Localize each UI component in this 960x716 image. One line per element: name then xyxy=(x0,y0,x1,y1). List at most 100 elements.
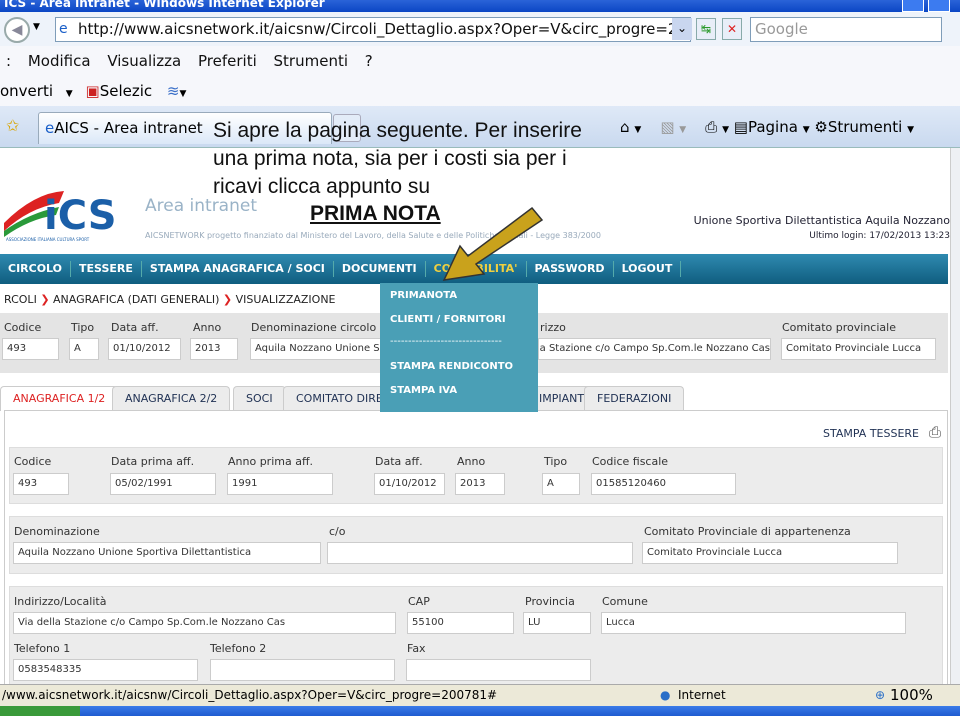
annotation-emphasis: PRIMA NOTA xyxy=(310,202,441,225)
tab-federazioni[interactable]: FEDERAZIONI xyxy=(584,386,685,411)
pagina-button[interactable]: Pagina xyxy=(748,118,798,136)
annotation-line: una prima nota, sia per i costi sia per … xyxy=(213,147,567,170)
print-icon[interactable]: ⎙ xyxy=(929,423,941,441)
stampa-tessere-link[interactable]: STAMPA TESSERE xyxy=(823,427,919,440)
vertical-scrollbar[interactable] xyxy=(950,148,960,684)
zoom-icon[interactable]: ⊕ xyxy=(875,685,885,706)
denominazione-input[interactable]: Aquila Nozzano Unione Sportiva Dilettant… xyxy=(13,542,321,564)
menu-preferiti[interactable]: Preferiti xyxy=(198,52,257,70)
breadcrumb-item: VISUALIZZAZIONE xyxy=(235,293,336,306)
annotation-text: Si apre la pagina seguente. Per inserire… xyxy=(213,117,582,201)
strumenti-button[interactable]: Strumenti xyxy=(828,118,902,136)
label: c/o xyxy=(329,525,346,538)
wifi-icon[interactable]: ≋ xyxy=(167,82,180,100)
window-title-bar: ICS - Area intranet - Windows Internet E… xyxy=(0,0,960,12)
anno-field[interactable]: 2013 xyxy=(190,338,238,360)
label: Tipo xyxy=(71,321,95,334)
menu-help[interactable]: ? xyxy=(365,52,373,70)
label: Tipo xyxy=(544,455,568,468)
pdf-toolbar: onverti ▼ ▣Selezic ≋▼ xyxy=(0,76,960,106)
telefono2-input[interactable] xyxy=(210,659,395,681)
favorites-star-icon[interactable]: ✩ xyxy=(6,116,19,135)
codice-input[interactable]: 493 xyxy=(13,473,69,495)
dropdown-primanota[interactable]: PRIMANOTA xyxy=(390,290,457,301)
nav-logout[interactable]: LOGOUT xyxy=(614,261,682,277)
co-input[interactable] xyxy=(327,542,633,564)
converti-button[interactable]: onverti xyxy=(0,82,53,100)
annotation-line: Si apre la pagina seguente. Per inserire xyxy=(213,119,582,142)
breadcrumb-item[interactable]: RCOLI xyxy=(4,293,37,306)
anno-prima-aff-input[interactable]: 1991 xyxy=(227,473,333,495)
menu-visualizza[interactable]: Visualizza xyxy=(107,52,181,70)
label: CAP xyxy=(408,595,430,608)
breadcrumb-item[interactable]: ANAGRAFICA (DATI GENERALI) xyxy=(53,293,219,306)
address-input[interactable]: http://www.aicsnetwork.it/aicsnw/Circoli… xyxy=(55,17,691,42)
label: Telefono 1 xyxy=(14,642,71,655)
comitato-field[interactable]: Comitato Provinciale Lucca xyxy=(781,338,936,360)
tab-anagrafica-2[interactable]: ANAGRAFICA 2/2 xyxy=(112,386,231,411)
cap-input[interactable]: 55100 xyxy=(407,612,514,634)
start-button[interactable] xyxy=(0,706,80,716)
aics-logo: iCS ASSOCIAZIONE ITALIANA CULTURA SPORT xyxy=(4,191,117,242)
command-bar: ⌂ ▼ ▧ ▼ ⎙ ▼ ▤Pagina ▼ ⚙Strumenti ▼ xyxy=(620,118,915,136)
svg-text:ASSOCIAZIONE ITALIANA CULTURA: ASSOCIAZIONE ITALIANA CULTURA SPORT xyxy=(6,237,90,242)
tipo-input[interactable]: A xyxy=(542,473,580,495)
nav-tessere[interactable]: TESSERE xyxy=(71,261,142,277)
stop-icon[interactable]: ✕ xyxy=(722,18,742,40)
comune-input[interactable]: Lucca xyxy=(601,612,906,634)
label: Data aff. xyxy=(375,455,423,468)
search-input[interactable]: Google xyxy=(750,17,942,42)
status-url: /www.aicsnetwork.it/aicsnw/Circoli_Detta… xyxy=(2,688,498,702)
chevron-down-icon[interactable]: ▼ xyxy=(66,89,73,99)
taskbar xyxy=(0,706,960,716)
tab-soci[interactable]: SOCI xyxy=(233,386,286,411)
dropdown-stampa-iva[interactable]: STAMPA IVA xyxy=(390,385,457,396)
label: Codice xyxy=(14,455,52,468)
dropdown-clienti-fornitori[interactable]: CLIENTI / FORNITORI xyxy=(390,314,506,325)
provincia-input[interactable]: LU xyxy=(523,612,591,634)
codice-fiscale-input[interactable]: 01585120460 xyxy=(591,473,736,495)
anno-input[interactable]: 2013 xyxy=(455,473,505,495)
comitato-appartenenza-input[interactable]: Comitato Provinciale Lucca xyxy=(642,542,898,564)
zoom-level[interactable]: 100% xyxy=(890,685,933,706)
minimize-button[interactable] xyxy=(902,0,924,12)
tipo-field[interactable]: A xyxy=(69,338,99,360)
home-icon[interactable]: ⌂ xyxy=(620,118,630,136)
menu-strumenti[interactable]: Strumenti xyxy=(274,52,348,70)
refresh-icon[interactable]: ↹ xyxy=(696,18,716,40)
annotation-line: ricavi clicca appunto su xyxy=(213,175,431,198)
selezic-button[interactable]: Selezic xyxy=(100,82,152,100)
chevron-down-icon[interactable]: ▼ xyxy=(179,89,186,99)
data-aff-input[interactable]: 01/10/2012 xyxy=(374,473,445,495)
fax-input[interactable] xyxy=(406,659,591,681)
nav-documenti[interactable]: DOCUMENTI xyxy=(334,261,426,277)
rss-icon[interactable]: ▧ xyxy=(660,118,674,136)
label: Telefono 2 xyxy=(210,642,267,655)
label: Comitato Provinciale di appartenenza xyxy=(644,525,851,538)
label: Codice fiscale xyxy=(592,455,669,468)
label: Comitato provinciale xyxy=(782,321,896,334)
pdf-icon: ▣ xyxy=(85,82,100,100)
nav-circolo[interactable]: CIRCOLO xyxy=(0,261,72,277)
maximize-button[interactable] xyxy=(928,0,950,12)
telefono1-input[interactable]: 0583548335 xyxy=(13,659,198,681)
menu-modifica[interactable]: Modifica xyxy=(28,52,91,70)
label: Codice xyxy=(4,321,42,334)
indirizzo-field[interactable]: Via della Stazione c/o Campo Sp.Com.le N… xyxy=(538,338,771,360)
data-prima-aff-input[interactable]: 05/02/1991 xyxy=(110,473,216,495)
label: Indirizzo/Località xyxy=(14,595,107,608)
label: Denominazione circolo xyxy=(251,321,377,334)
data-aff-field[interactable]: 01/10/2012 xyxy=(108,338,181,360)
history-dropdown-icon[interactable]: ▼ xyxy=(33,22,40,32)
dropdown-separator: ------------------------------- xyxy=(390,336,502,347)
print-icon[interactable]: ⎙ xyxy=(705,118,717,136)
annotation-arrow-icon xyxy=(442,206,544,281)
dropdown-stampa-rendiconto[interactable]: STAMPA RENDICONTO xyxy=(390,361,513,372)
nav-stampa-anagrafica[interactable]: STAMPA ANAGRAFICA / SOCI xyxy=(142,261,334,277)
window-title: ICS - Area intranet - Windows Internet E… xyxy=(4,0,325,10)
tab-anagrafica-1[interactable]: ANAGRAFICA 1/2 xyxy=(0,386,119,411)
indirizzo-input[interactable]: Via della Stazione c/o Campo Sp.Com.le N… xyxy=(13,612,396,634)
back-icon[interactable]: ◀ xyxy=(4,17,30,43)
codice-field[interactable]: 493 xyxy=(2,338,59,360)
url-dropdown-icon[interactable]: ⌄ xyxy=(672,18,692,40)
